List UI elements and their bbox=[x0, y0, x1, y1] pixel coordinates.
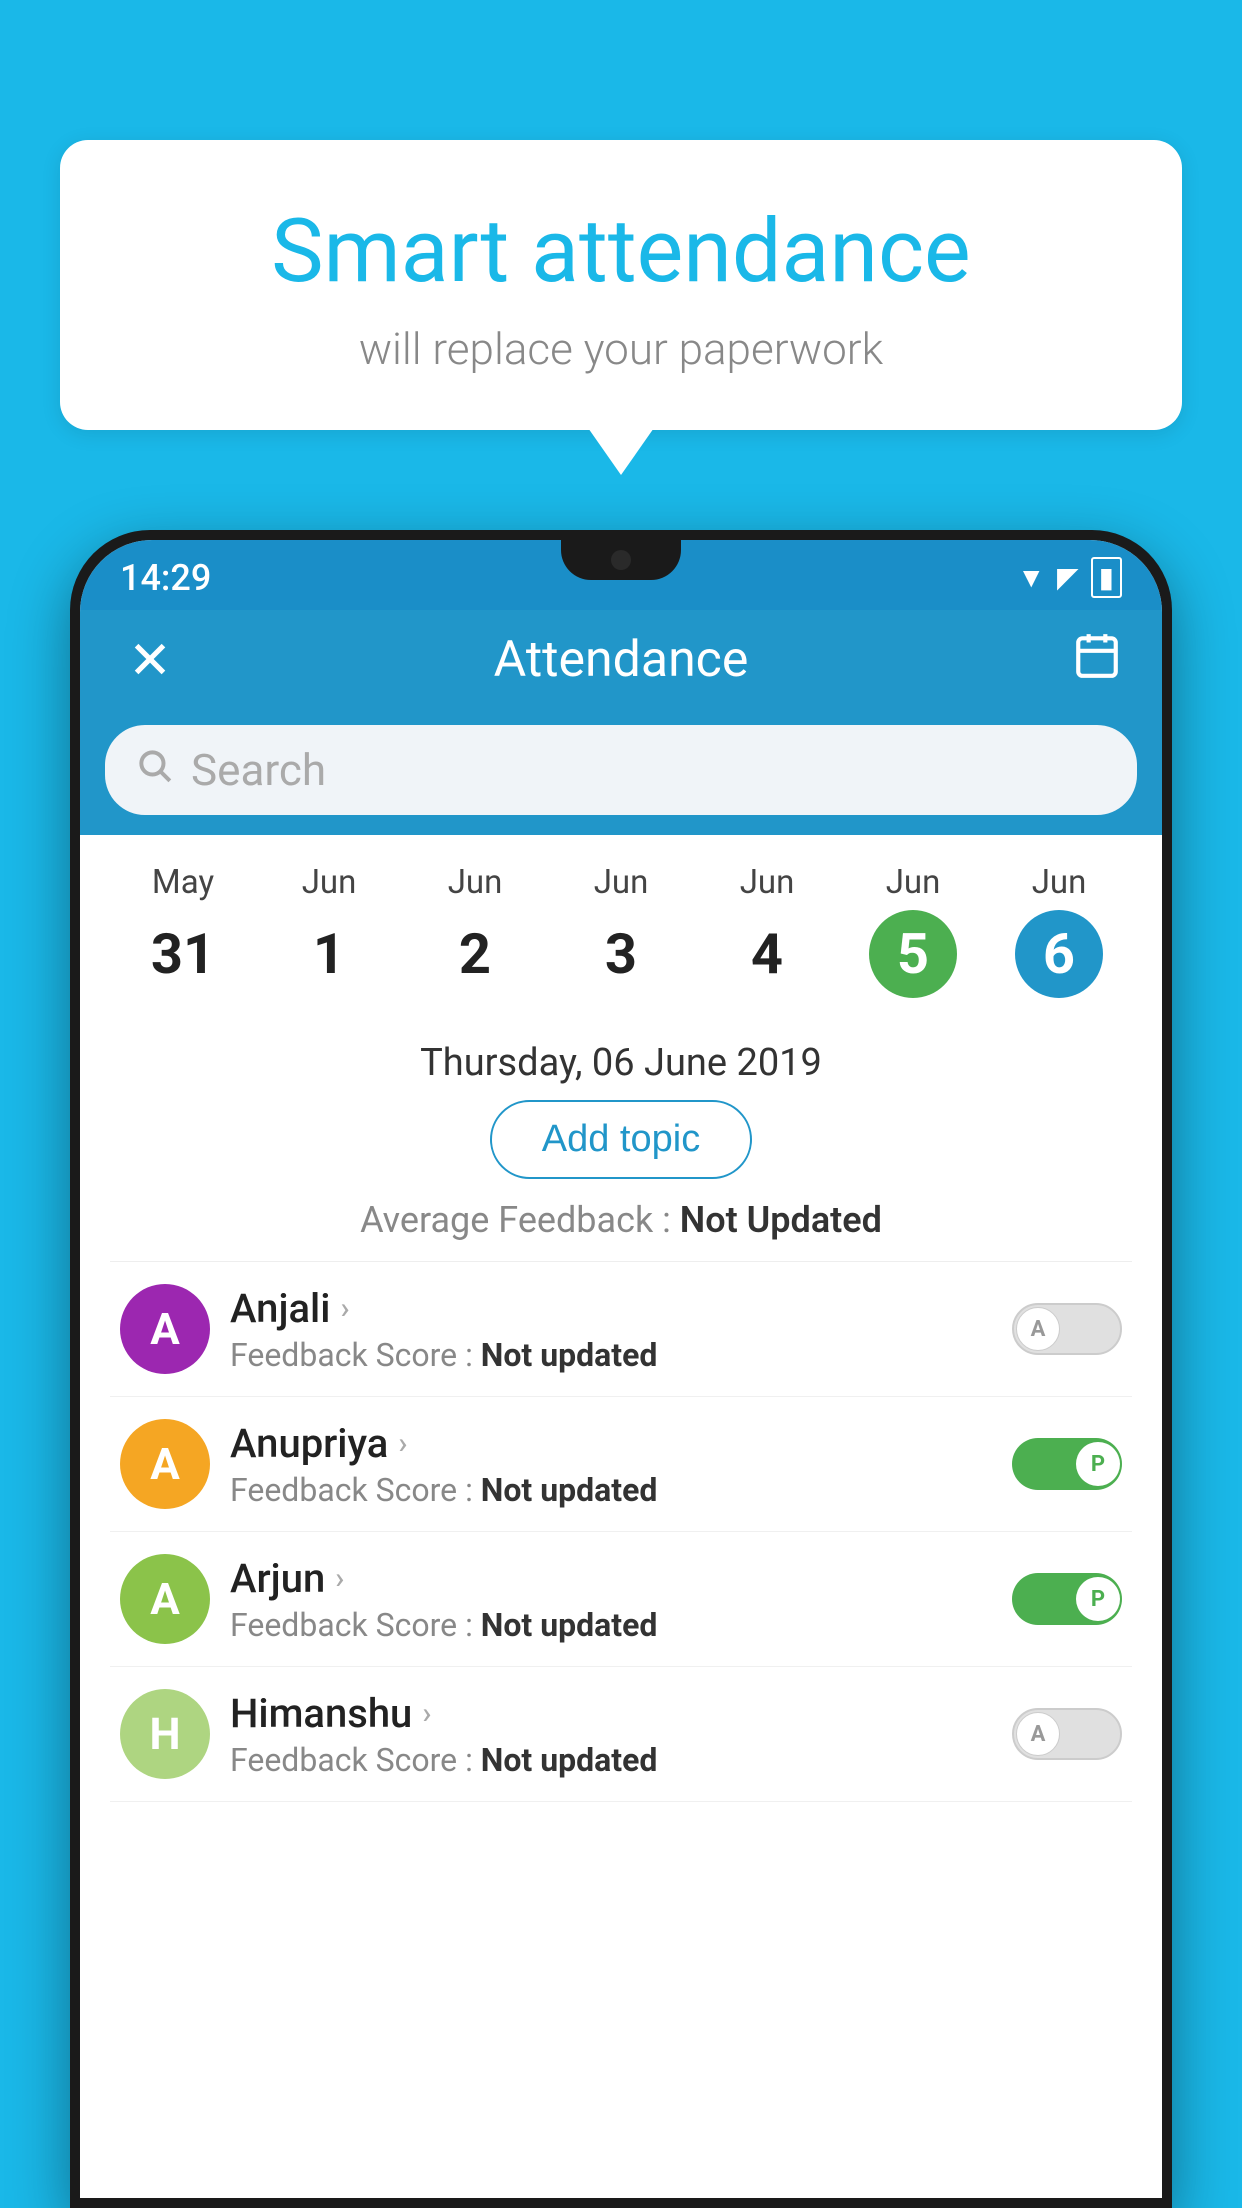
content-area: Thursday, 06 June 2019 Add topic Average… bbox=[80, 1021, 1162, 1802]
student-name: Himanshu › bbox=[230, 1690, 992, 1737]
date-num-0: 31 bbox=[139, 910, 227, 998]
avg-feedback-value: Not Updated bbox=[680, 1199, 882, 1241]
date-num-6: 6 bbox=[1015, 910, 1103, 998]
battery-icon: ▮ bbox=[1091, 557, 1122, 598]
chevron-right-icon: › bbox=[340, 1291, 349, 1326]
cal-cell-2: Jun bbox=[402, 863, 548, 902]
page-title: Attendance bbox=[180, 631, 1062, 689]
present-toggle[interactable]: P bbox=[1012, 1438, 1122, 1490]
dates-row: 31 1 2 3 4 5 6 bbox=[100, 902, 1142, 1016]
chevron-right-icon: › bbox=[398, 1426, 407, 1461]
month-2: Jun bbox=[448, 863, 503, 902]
cal-cell-4: Jun bbox=[694, 863, 840, 902]
cal-cell-0: May bbox=[110, 863, 256, 902]
cal-date-4[interactable]: 4 bbox=[694, 910, 840, 998]
calendar-strip: May Jun Jun Jun Jun Jun Jun bbox=[80, 835, 1162, 1021]
cal-cell-3: Jun bbox=[548, 863, 694, 902]
date-num-4: 4 bbox=[723, 910, 811, 998]
date-num-2: 2 bbox=[431, 910, 519, 998]
wifi-icon: ▼ bbox=[1017, 561, 1045, 594]
student-feedback: Feedback Score : Not updated bbox=[230, 1606, 992, 1644]
phone-frame: 14:29 ▼ ◤ ▮ ✕ Attendance bbox=[70, 530, 1172, 2208]
student-info[interactable]: Anjali › Feedback Score : Not updated bbox=[230, 1285, 992, 1374]
date-num-3: 3 bbox=[577, 910, 665, 998]
absent-toggle[interactable]: A bbox=[1012, 1708, 1122, 1760]
signal-icon: ◤ bbox=[1057, 561, 1079, 594]
status-time: 14:29 bbox=[120, 557, 211, 599]
close-button[interactable]: ✕ bbox=[120, 630, 180, 691]
months-row: May Jun Jun Jun Jun Jun Jun bbox=[100, 845, 1142, 902]
camera bbox=[611, 550, 631, 570]
table-row: A Anupriya › Feedback Score : Not update… bbox=[110, 1397, 1132, 1532]
month-1: Jun bbox=[302, 863, 357, 902]
add-topic-button[interactable]: Add topic bbox=[490, 1100, 752, 1179]
bubble-title: Smart attendance bbox=[120, 200, 1122, 303]
cal-date-1[interactable]: 1 bbox=[256, 910, 402, 998]
bubble-subtitle: will replace your paperwork bbox=[120, 323, 1122, 375]
speech-bubble: Smart attendance will replace your paper… bbox=[60, 140, 1182, 430]
search-bar[interactable]: Search bbox=[105, 725, 1137, 815]
cal-date-0[interactable]: 31 bbox=[110, 910, 256, 998]
student-info[interactable]: Anupriya › Feedback Score : Not updated bbox=[230, 1420, 992, 1509]
present-toggle[interactable]: P bbox=[1012, 1573, 1122, 1625]
date-label: Thursday, 06 June 2019 bbox=[110, 1021, 1132, 1100]
month-6: Jun bbox=[1032, 863, 1087, 902]
attendance-toggle[interactable]: P bbox=[1012, 1573, 1122, 1625]
month-5: Jun bbox=[886, 863, 941, 902]
attendance-toggle[interactable]: P bbox=[1012, 1438, 1122, 1490]
date-num-5: 5 bbox=[869, 910, 957, 998]
calendar-icon[interactable] bbox=[1062, 630, 1122, 691]
student-list: A Anjali › Feedback Score : Not updated … bbox=[110, 1261, 1132, 1802]
student-info[interactable]: Himanshu › Feedback Score : Not updated bbox=[230, 1690, 992, 1779]
month-4: Jun bbox=[740, 863, 795, 902]
month-0: May bbox=[152, 863, 214, 902]
search-icon bbox=[135, 746, 173, 794]
chevron-right-icon: › bbox=[335, 1561, 344, 1596]
table-row: H Himanshu › Feedback Score : Not update… bbox=[110, 1667, 1132, 1802]
avatar: H bbox=[120, 1689, 210, 1779]
student-name: Arjun › bbox=[230, 1555, 992, 1602]
cal-cell-1: Jun bbox=[256, 863, 402, 902]
month-3: Jun bbox=[594, 863, 649, 902]
avg-feedback-label: Average Feedback : bbox=[360, 1199, 671, 1241]
toggle-knob: P bbox=[1076, 1577, 1120, 1621]
chevron-right-icon: › bbox=[422, 1696, 431, 1731]
table-row: A Arjun › Feedback Score : Not updated P bbox=[110, 1532, 1132, 1667]
student-feedback: Feedback Score : Not updated bbox=[230, 1741, 992, 1779]
search-input[interactable]: Search bbox=[191, 744, 326, 796]
cal-date-3[interactable]: 3 bbox=[548, 910, 694, 998]
table-row: A Anjali › Feedback Score : Not updated … bbox=[110, 1262, 1132, 1397]
search-bar-container: Search bbox=[80, 710, 1162, 835]
student-info[interactable]: Arjun › Feedback Score : Not updated bbox=[230, 1555, 992, 1644]
date-num-1: 1 bbox=[285, 910, 373, 998]
cal-cell-6: Jun bbox=[986, 863, 1132, 902]
avg-feedback: Average Feedback : Not Updated bbox=[110, 1199, 1132, 1241]
avatar: A bbox=[120, 1419, 210, 1509]
app-header: ✕ Attendance bbox=[80, 610, 1162, 710]
cal-date-5[interactable]: 5 bbox=[840, 910, 986, 998]
student-name: Anupriya › bbox=[230, 1420, 992, 1467]
cal-date-2[interactable]: 2 bbox=[402, 910, 548, 998]
cal-date-6[interactable]: 6 bbox=[986, 910, 1132, 998]
phone-screen: 14:29 ▼ ◤ ▮ ✕ Attendance bbox=[80, 540, 1162, 2198]
student-feedback: Feedback Score : Not updated bbox=[230, 1336, 992, 1374]
absent-toggle[interactable]: A bbox=[1012, 1303, 1122, 1355]
attendance-toggle[interactable]: A bbox=[1012, 1303, 1122, 1355]
status-icons: ▼ ◤ ▮ bbox=[1017, 557, 1122, 598]
attendance-toggle[interactable]: A bbox=[1012, 1708, 1122, 1760]
student-feedback: Feedback Score : Not updated bbox=[230, 1471, 992, 1509]
student-name: Anjali › bbox=[230, 1285, 992, 1332]
cal-cell-5: Jun bbox=[840, 863, 986, 902]
avatar: A bbox=[120, 1554, 210, 1644]
phone-notch bbox=[561, 540, 681, 580]
toggle-knob: P bbox=[1076, 1442, 1120, 1486]
avatar: A bbox=[120, 1284, 210, 1374]
toggle-knob: A bbox=[1016, 1307, 1060, 1351]
toggle-knob: A bbox=[1016, 1712, 1060, 1756]
